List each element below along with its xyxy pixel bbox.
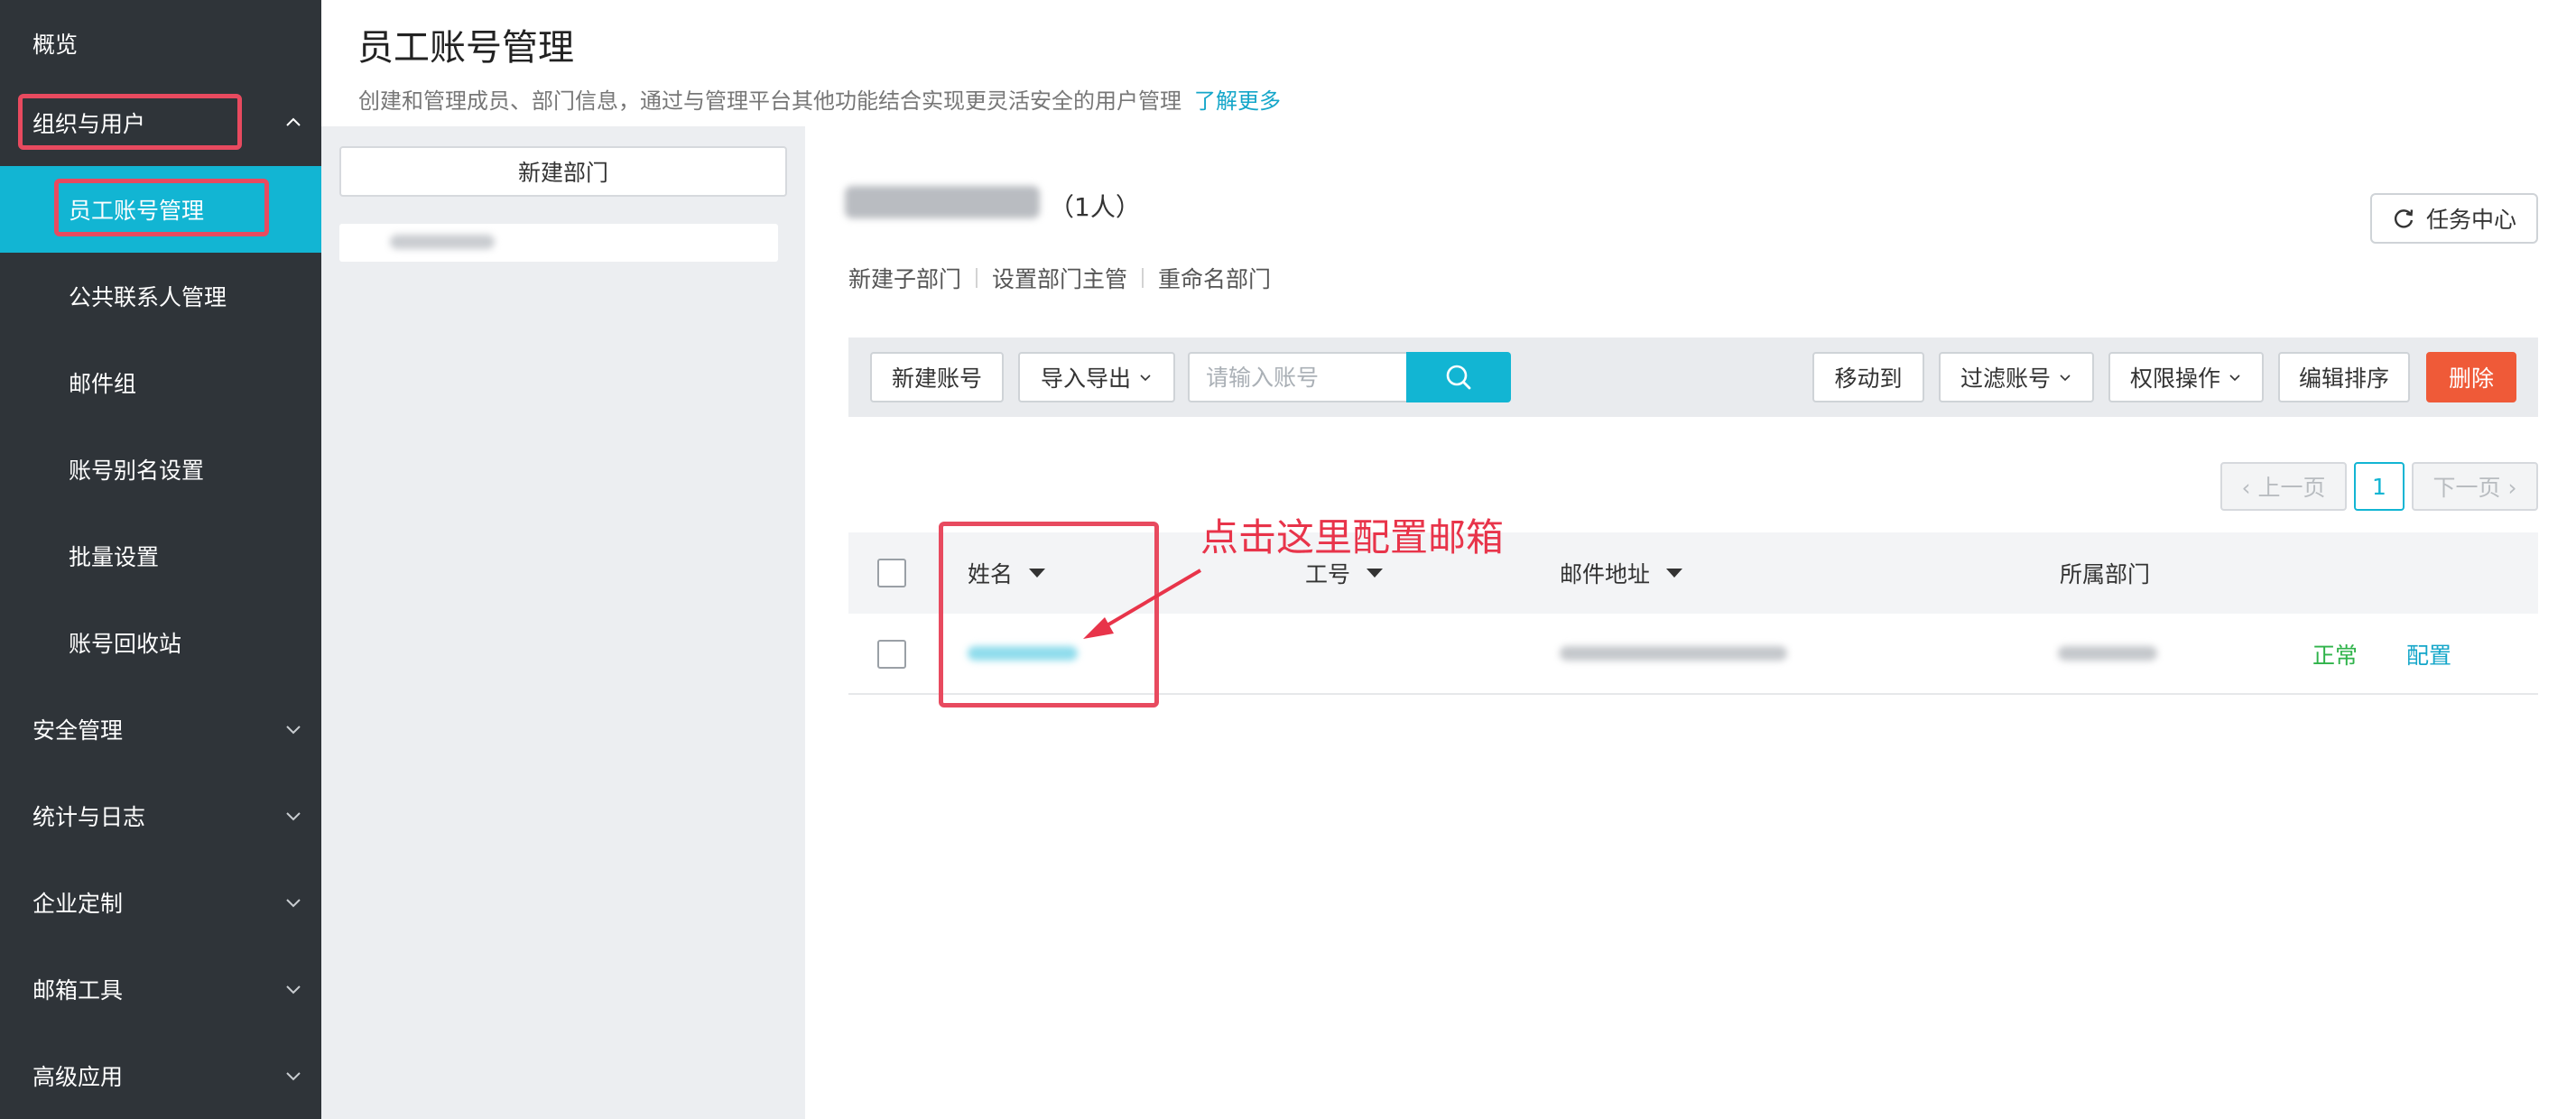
- sidebar-item-advanced-apps[interactable]: 高级应用: [0, 1032, 321, 1119]
- account-toolbar: 新建账号 导入导出 移动到 过滤账号 权限操作 编辑排序 删除: [848, 338, 2538, 417]
- redacted-department-title: [845, 186, 1040, 218]
- button-label: 过滤账号: [1960, 365, 2051, 392]
- move-to-button[interactable]: 移动到: [1812, 352, 1924, 402]
- sidebar-item-employee-accounts[interactable]: 员工账号管理: [0, 166, 321, 253]
- department-panel: 新建部门: [321, 126, 805, 1119]
- sidebar-item-org-users[interactable]: 组织与用户: [0, 79, 321, 166]
- sort-caret-icon[interactable]: [1029, 569, 1046, 578]
- select-all-checkbox[interactable]: [877, 559, 906, 587]
- sidebar-item-label: 批量设置: [69, 544, 160, 570]
- department-tree-item[interactable]: [339, 224, 778, 262]
- column-header-email: 邮件地址: [1560, 532, 1683, 614]
- sidebar-item-overview[interactable]: 概览: [0, 0, 321, 87]
- chevron-down-icon: [283, 806, 303, 826]
- search-icon: [1446, 365, 1471, 390]
- button-label: 编辑排序: [2298, 365, 2389, 392]
- department-member-count: （1人）: [1049, 192, 1141, 222]
- redacted-email-address: [1560, 646, 1787, 661]
- task-center-label: 任务中心: [2425, 207, 2516, 233]
- filter-accounts-dropdown[interactable]: 过滤账号: [1939, 352, 2094, 402]
- account-search-input[interactable]: [1188, 352, 1408, 402]
- page-description-text: 创建和管理成员、部门信息，通过与管理平台其他功能结合实现更灵活安全的用户管理: [358, 88, 1181, 114]
- sidebar-item-mail-tools[interactable]: 邮箱工具: [0, 946, 321, 1032]
- current-page-button[interactable]: 1: [2354, 462, 2405, 511]
- sidebar-item-label: 邮件组: [69, 371, 137, 397]
- set-department-manager-link[interactable]: 设置部门主管: [992, 262, 1127, 294]
- sort-caret-icon[interactable]: [1666, 569, 1683, 578]
- new-account-button[interactable]: 新建账号: [870, 352, 1004, 402]
- prev-page-button[interactable]: ‹ 上一页: [2220, 462, 2347, 511]
- chevron-down-icon: [1140, 375, 1151, 382]
- column-header-department: 所属部门: [2060, 532, 2150, 614]
- sidebar-item-label: 概览: [32, 32, 79, 58]
- delete-button[interactable]: 删除: [2426, 352, 2516, 402]
- button-label: 导入导出: [1040, 365, 1131, 392]
- annotation-arrow-icon: [1083, 569, 1202, 639]
- redacted-department: [2058, 646, 2157, 661]
- chevron-down-icon: [283, 892, 303, 912]
- department-actions: 新建子部门 设置部门主管 重命名部门: [848, 262, 1271, 294]
- divider: [1142, 268, 1144, 288]
- chevron-down-icon: [283, 719, 303, 739]
- row-checkbox[interactable]: [877, 640, 906, 669]
- new-sub-department-link[interactable]: 新建子部门: [848, 262, 961, 294]
- sidebar-item-label: 邮箱工具: [32, 977, 124, 1003]
- sidebar-item-label: 高级应用: [32, 1064, 124, 1090]
- sidebar: 概览 组织与用户 员工账号管理 公共联系人管理 邮件组 账号别名设置 批量设置 …: [0, 0, 321, 1119]
- import-export-dropdown[interactable]: 导入导出: [1018, 352, 1175, 402]
- divider: [976, 268, 978, 288]
- employee-name-link[interactable]: [968, 646, 1078, 661]
- next-page-button[interactable]: 下一页 ›: [2412, 462, 2538, 511]
- sidebar-item-label: 安全管理: [32, 717, 124, 744]
- sidebar-item-batch-settings[interactable]: 批量设置: [0, 513, 321, 599]
- sidebar-item-label: 员工账号管理: [69, 198, 205, 224]
- sidebar-item-label: 企业定制: [32, 891, 124, 917]
- chevron-up-icon: [283, 113, 303, 133]
- column-label: 邮件地址: [1560, 561, 1651, 587]
- learn-more-link[interactable]: 了解更多: [1194, 88, 1281, 114]
- chevron-down-icon: [2060, 375, 2071, 382]
- sort-caret-icon[interactable]: [1367, 569, 1384, 578]
- sidebar-item-enterprise-custom[interactable]: 企业定制: [0, 859, 321, 946]
- button-label: 移动到: [1834, 365, 1903, 392]
- refresh-icon: [2394, 209, 2414, 228]
- sidebar-item-label: 组织与用户: [32, 111, 146, 137]
- button-label: 权限操作: [2129, 365, 2220, 392]
- sidebar-item-mail-groups[interactable]: 邮件组: [0, 339, 321, 426]
- column-header-name: 姓名: [968, 532, 1046, 614]
- sidebar-item-label: 统计与日志: [32, 804, 146, 830]
- permission-actions-dropdown[interactable]: 权限操作: [2108, 352, 2264, 402]
- sidebar-item-label: 账号回收站: [69, 631, 182, 657]
- column-label: 所属部门: [2060, 561, 2151, 587]
- column-label: 姓名: [968, 561, 1014, 587]
- page-title: 员工账号管理: [357, 27, 574, 69]
- sidebar-item-account-alias[interactable]: 账号别名设置: [0, 426, 321, 513]
- sidebar-item-account-recycle[interactable]: 账号回收站: [0, 599, 321, 686]
- page-description: 创建和管理成员、部门信息，通过与管理平台其他功能结合实现更灵活安全的用户管理 了解…: [358, 83, 1281, 115]
- redacted-department-name: [390, 235, 495, 249]
- configure-link[interactable]: 配置: [2406, 614, 2451, 695]
- chevron-down-icon: [283, 1066, 303, 1086]
- rename-department-link[interactable]: 重命名部门: [1158, 262, 1271, 294]
- task-center-button[interactable]: 任务中心: [2370, 193, 2538, 244]
- sidebar-item-label: 账号别名设置: [69, 458, 205, 484]
- account-status: 正常: [2312, 643, 2358, 669]
- sidebar-item-public-contacts[interactable]: 公共联系人管理: [0, 253, 321, 339]
- sidebar-item-stats-logs[interactable]: 统计与日志: [0, 772, 321, 859]
- annotation-text: 点击这里配置邮箱: [1200, 515, 1505, 560]
- chevron-down-icon: [283, 979, 303, 999]
- button-label: 删除: [2448, 365, 2494, 392]
- new-department-button[interactable]: 新建部门: [339, 146, 787, 197]
- sidebar-item-label: 公共联系人管理: [69, 284, 227, 310]
- sidebar-item-security[interactable]: 安全管理: [0, 686, 321, 772]
- button-label: 新建账号: [891, 365, 982, 392]
- chevron-down-icon: [2229, 375, 2240, 382]
- search-button[interactable]: [1406, 352, 1511, 402]
- edit-sort-button[interactable]: 编辑排序: [2278, 352, 2410, 402]
